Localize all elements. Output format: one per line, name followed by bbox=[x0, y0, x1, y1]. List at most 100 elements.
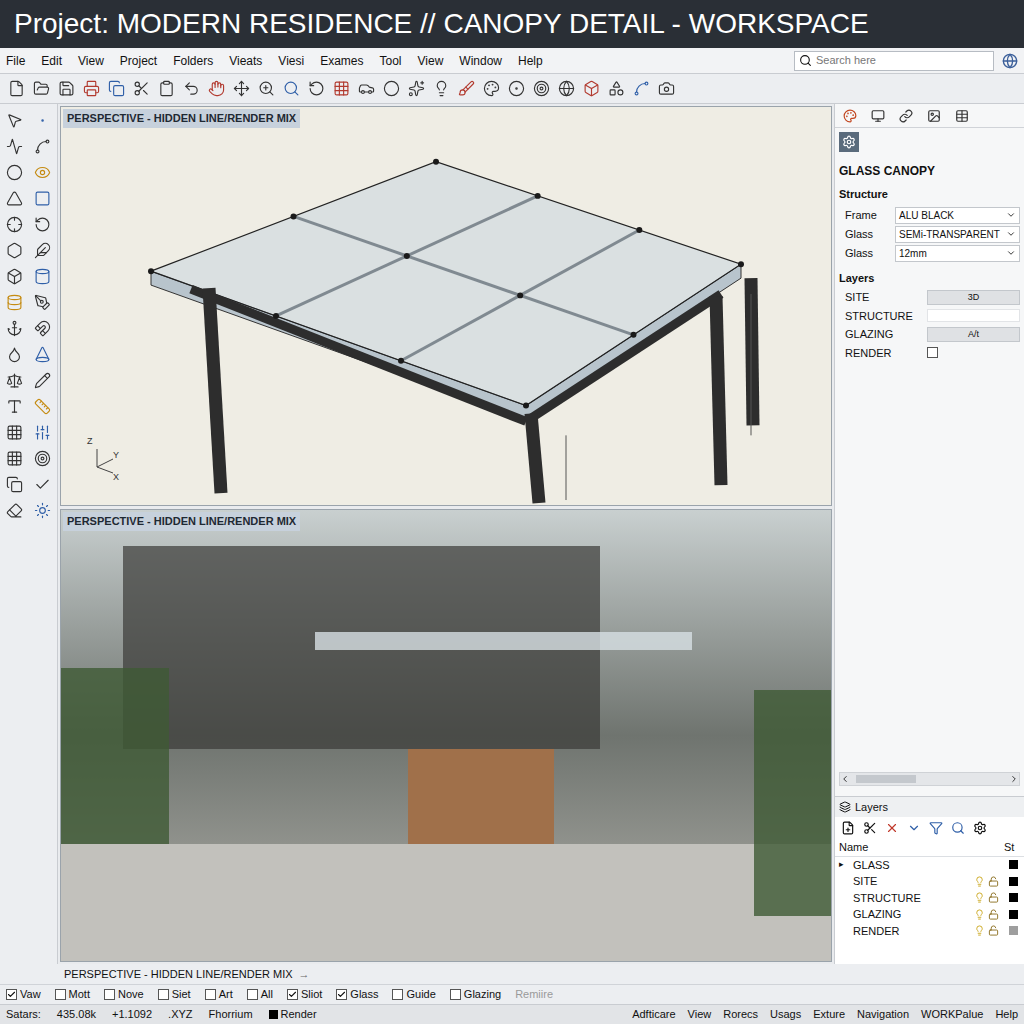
layers-tab[interactable]: Layers bbox=[855, 799, 888, 816]
polyline-icon[interactable] bbox=[6, 138, 23, 155]
circle-icon[interactable] bbox=[6, 164, 23, 181]
layer-button[interactable]: 3D bbox=[927, 290, 1020, 306]
filter-icon[interactable] bbox=[929, 821, 943, 835]
move-down-icon[interactable] bbox=[907, 821, 921, 835]
menu-item[interactable]: Edit bbox=[41, 52, 62, 70]
chevron-left-icon[interactable] bbox=[840, 774, 850, 784]
unlock-icon[interactable] bbox=[988, 876, 999, 887]
cut-layer-icon[interactable] bbox=[863, 821, 877, 835]
menu-item[interactable]: View bbox=[78, 52, 104, 70]
option-item[interactable]: Mott bbox=[55, 986, 90, 1003]
status-button[interactable]: Help bbox=[995, 1006, 1018, 1023]
adjust-icon[interactable] bbox=[34, 424, 51, 441]
eraser-icon[interactable] bbox=[6, 502, 23, 519]
snap-icon[interactable] bbox=[34, 320, 51, 337]
material-icon[interactable] bbox=[508, 80, 525, 97]
viewport[interactable]: ZYXPERSPECTIVE - HIDDEN LINE/RENDER MIX bbox=[60, 106, 832, 506]
move-icon[interactable] bbox=[233, 80, 250, 97]
view-icon[interactable] bbox=[34, 164, 51, 181]
display-tab-icon[interactable] bbox=[871, 109, 885, 123]
panel-scrollbar[interactable] bbox=[839, 772, 1020, 786]
polygon-icon[interactable] bbox=[6, 242, 23, 259]
curve-icon[interactable] bbox=[34, 138, 51, 155]
menu-item[interactable]: Project bbox=[120, 52, 157, 70]
image-tab-icon[interactable] bbox=[927, 109, 941, 123]
layer-row[interactable]: ▸GLASS bbox=[835, 857, 1024, 874]
layer-row[interactable]: RENDER bbox=[835, 923, 1024, 940]
option-item[interactable]: Vaw bbox=[6, 986, 41, 1003]
layer-row[interactable]: SITE bbox=[835, 873, 1024, 890]
target-icon[interactable] bbox=[34, 450, 51, 467]
camera-icon[interactable] bbox=[658, 80, 675, 97]
globe-icon[interactable] bbox=[558, 80, 575, 97]
layer-color[interactable] bbox=[1009, 893, 1018, 902]
viewport[interactable]: PERSPECTIVE - HIDDEN LINE/RENDER MIX bbox=[60, 509, 832, 962]
cone-icon[interactable] bbox=[34, 346, 51, 363]
status-button[interactable]: Navigation bbox=[857, 1006, 909, 1023]
property-select[interactable]: 12mm bbox=[895, 245, 1020, 262]
menu-item[interactable]: Window bbox=[459, 52, 502, 70]
box-icon[interactable] bbox=[583, 80, 600, 97]
array-icon[interactable] bbox=[6, 424, 23, 441]
visibility-icon[interactable] bbox=[974, 909, 985, 920]
layer-row[interactable]: STRUCTURE bbox=[835, 890, 1024, 907]
option-item[interactable]: Glazing bbox=[450, 986, 501, 1003]
layer-button[interactable]: A/t bbox=[927, 327, 1020, 343]
palette-icon[interactable] bbox=[483, 80, 500, 97]
fill-icon[interactable] bbox=[6, 346, 23, 363]
checkbox[interactable] bbox=[6, 989, 17, 1000]
zoom-in-icon[interactable] bbox=[258, 80, 275, 97]
brush-icon[interactable] bbox=[458, 80, 475, 97]
viewport-label[interactable]: PERSPECTIVE - HIDDEN LINE/RENDER MIX bbox=[63, 512, 300, 531]
layer-row[interactable]: GLAZING bbox=[835, 906, 1024, 923]
layer-field[interactable] bbox=[927, 309, 1020, 322]
grid-icon[interactable] bbox=[333, 80, 350, 97]
checkbox[interactable] bbox=[247, 989, 258, 1000]
status-button[interactable]: WORKPalue bbox=[921, 1006, 983, 1023]
circle-icon[interactable] bbox=[383, 80, 400, 97]
undo-icon[interactable] bbox=[183, 80, 200, 97]
visibility-icon[interactable] bbox=[974, 925, 985, 936]
option-item[interactable]: Guide bbox=[392, 986, 435, 1003]
property-select[interactable]: ALU BLACK bbox=[895, 207, 1020, 224]
open-folder-icon[interactable] bbox=[33, 80, 50, 97]
car-icon[interactable] bbox=[358, 80, 375, 97]
property-select[interactable]: SEMi-TRANSPARENT bbox=[895, 226, 1020, 243]
new-layer-icon[interactable] bbox=[841, 821, 855, 835]
unlock-icon[interactable] bbox=[988, 892, 999, 903]
unlock-icon[interactable] bbox=[988, 909, 999, 920]
paste-icon[interactable] bbox=[158, 80, 175, 97]
menu-item[interactable]: Vieats bbox=[229, 52, 262, 70]
link-tab-icon[interactable] bbox=[899, 109, 913, 123]
anchor-icon[interactable] bbox=[6, 320, 23, 337]
checkbox[interactable] bbox=[205, 989, 216, 1000]
freeform-icon[interactable] bbox=[34, 242, 51, 259]
menu-item[interactable]: Tool bbox=[380, 52, 402, 70]
search-layer-icon[interactable] bbox=[951, 821, 965, 835]
globe-icon[interactable] bbox=[1002, 53, 1018, 69]
option-item[interactable]: Art bbox=[205, 986, 233, 1003]
menu-item[interactable]: Exames bbox=[320, 52, 363, 70]
print-icon[interactable] bbox=[83, 80, 100, 97]
option-item[interactable]: Sliot bbox=[287, 986, 322, 1003]
option-item[interactable]: Siet bbox=[158, 986, 191, 1003]
checkbox[interactable] bbox=[392, 989, 403, 1000]
checkbox[interactable] bbox=[450, 989, 461, 1000]
shapes-icon[interactable] bbox=[608, 80, 625, 97]
box-icon[interactable] bbox=[6, 268, 23, 285]
sun-icon[interactable] bbox=[34, 502, 51, 519]
layer-color[interactable] bbox=[1009, 910, 1018, 919]
light-icon[interactable] bbox=[433, 80, 450, 97]
viewport-label[interactable]: PERSPECTIVE - HIDDEN LINE/RENDER MIX bbox=[63, 109, 300, 128]
layer-color[interactable] bbox=[1009, 926, 1018, 935]
stack-icon[interactable] bbox=[6, 294, 23, 311]
checkbox[interactable] bbox=[336, 989, 347, 1000]
checkbox[interactable] bbox=[158, 989, 169, 1000]
crosshair-icon[interactable] bbox=[6, 216, 23, 233]
canopy-wireframe[interactable] bbox=[61, 107, 831, 505]
settings-icon[interactable] bbox=[973, 821, 987, 835]
delete-layer-icon[interactable] bbox=[885, 821, 899, 835]
cut-icon[interactable] bbox=[133, 80, 150, 97]
pencil-icon[interactable] bbox=[34, 372, 51, 389]
menu-item[interactable]: View bbox=[418, 52, 444, 70]
